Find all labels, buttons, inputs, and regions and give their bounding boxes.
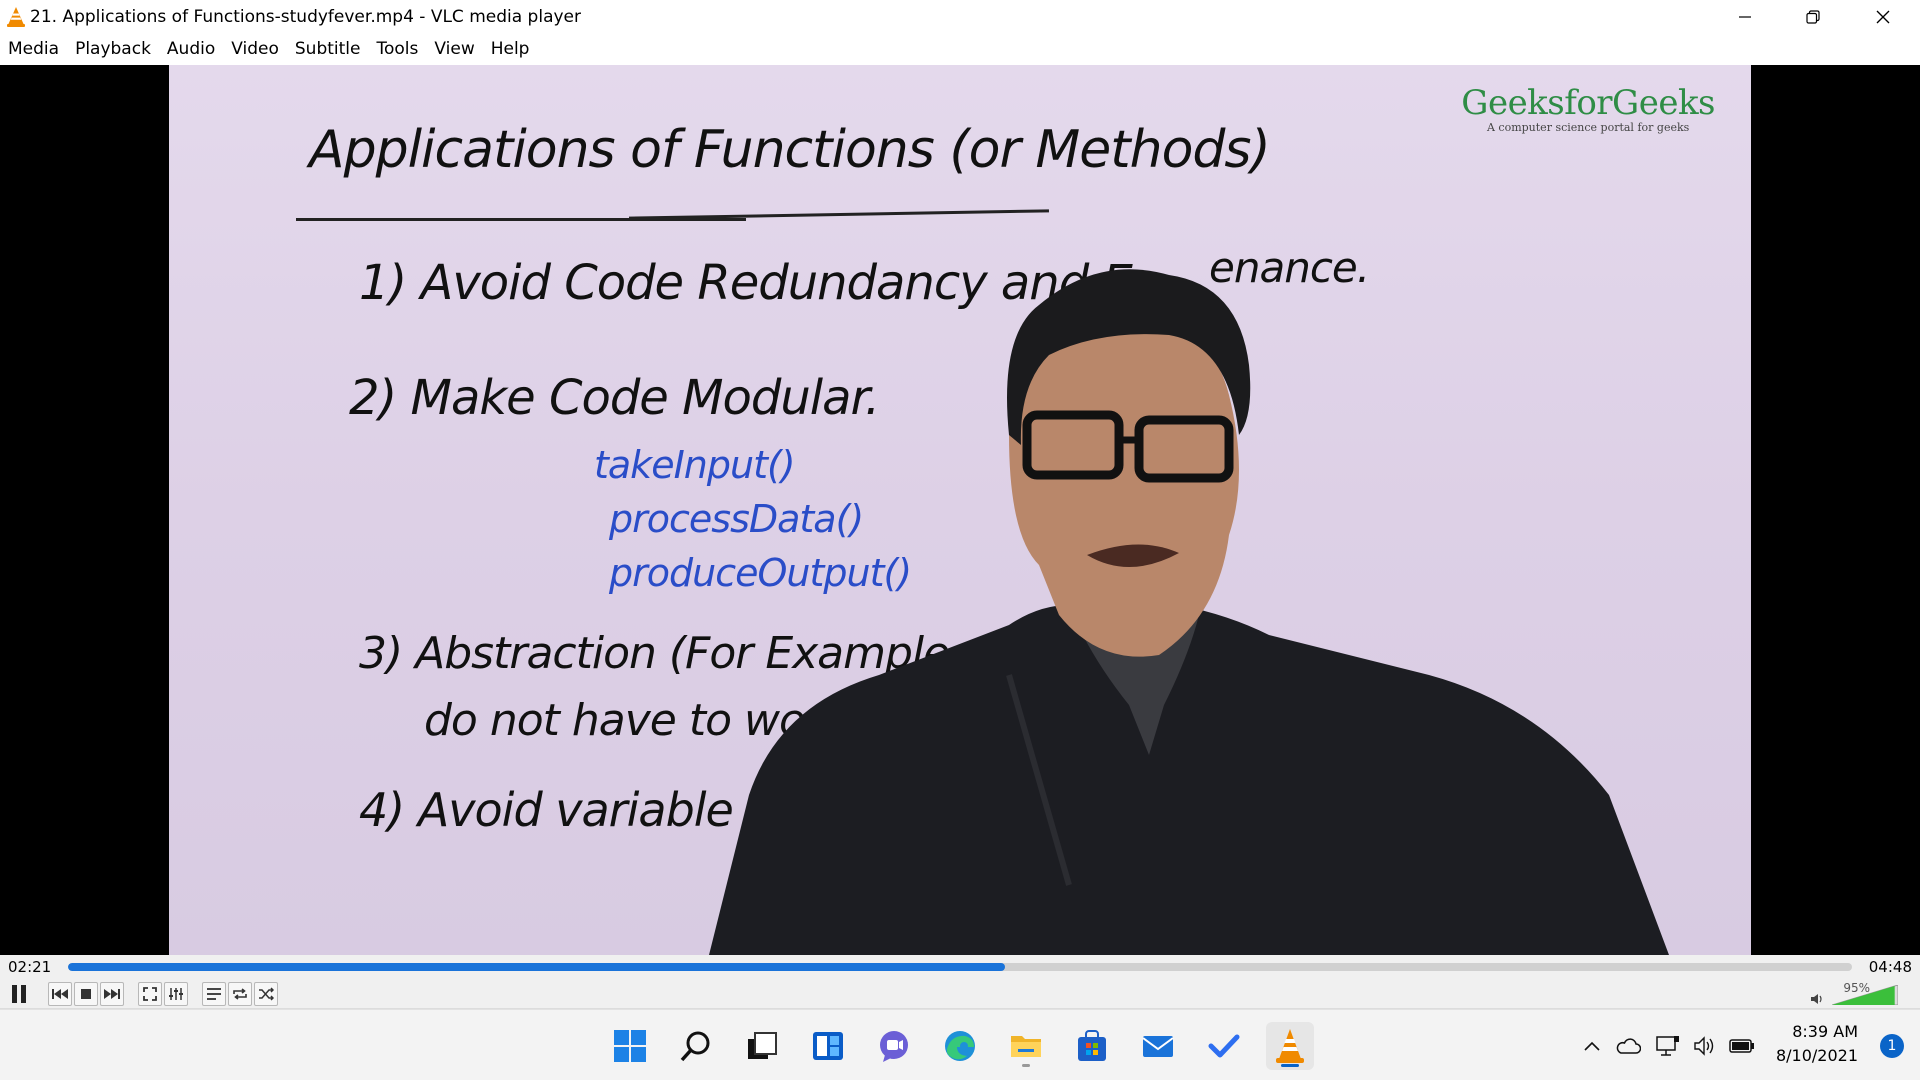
onedrive-cloud-icon[interactable] [1614,1032,1642,1060]
board-heading: Applications of Functions (or Methods) [309,120,1271,180]
seek-row: 02:21 04:48 [0,955,1920,979]
fullscreen-icon [143,987,157,1001]
task-view-glyph-icon [748,1032,777,1059]
close-icon [1876,10,1890,24]
playlist-button[interactable] [202,982,226,1006]
volume-control[interactable]: 95% [1810,981,1910,1007]
seek-progress [68,963,1005,971]
video-frame: GeeksforGeeks A computer science portal … [169,65,1751,955]
volume-slider[interactable] [1832,985,1898,1005]
menu-tools[interactable]: Tools [370,34,424,65]
next-button[interactable] [100,982,124,1006]
notification-badge[interactable]: 1 [1880,1034,1904,1058]
previous-button[interactable] [48,982,72,1006]
menu-audio[interactable]: Audio [161,34,221,65]
vlc-cone-icon [7,7,25,27]
shuffle-button[interactable] [254,982,278,1006]
loop-button[interactable] [228,982,252,1006]
menu-help[interactable]: Help [485,34,536,65]
total-time: 04:48 [1868,958,1912,976]
menu-bar: Media Playback Audio Video Subtitle Tool… [0,34,1920,65]
vlc-icon[interactable] [1266,1022,1314,1070]
pause-icon [12,985,26,1003]
store-bag-icon [1078,1030,1106,1061]
taskbar: 8:39 AM 8/10/2021 1 [0,1009,1920,1080]
envelope-icon [1142,1036,1174,1057]
edge-browser-icon[interactable] [936,1022,984,1070]
skip-next-icon [104,989,120,999]
shuffle-icon [259,987,274,1001]
mail-icon[interactable] [1134,1022,1182,1070]
close-button[interactable] [1848,0,1918,34]
menu-media[interactable]: Media [2,34,65,65]
show-hidden-icons-chevron-icon[interactable] [1578,1032,1606,1060]
playlist-icon [207,988,221,1000]
task-view-icon[interactable] [738,1022,786,1070]
menu-view[interactable]: View [428,34,480,65]
chat-bubble-icon [880,1031,908,1062]
windows-logo-icon [614,1030,646,1062]
todo-icon[interactable] [1200,1022,1248,1070]
logo-name: GeeksforGeeks [1461,83,1715,123]
title-bar[interactable]: 21. Applications of Functions-studyfever… [0,0,1920,34]
folder-icon [1011,1036,1041,1057]
minimize-icon [1739,16,1751,18]
volume-tray-icon[interactable] [1692,1032,1720,1060]
checkmark-icon [1208,1034,1240,1058]
restore-icon [1806,10,1820,24]
store-icon[interactable] [1068,1022,1116,1070]
teams-chat-icon[interactable] [870,1022,918,1070]
search-icon[interactable] [672,1022,720,1070]
open-app-indicator [1022,1064,1030,1067]
seek-bar[interactable] [68,963,1852,971]
vlc-cone-taskbar-icon [1276,1029,1304,1063]
heading-underline-2 [629,209,1049,220]
minimize-button[interactable] [1710,0,1780,34]
windows-start-icon[interactable] [606,1022,654,1070]
clock-time: 8:39 AM [1792,1022,1858,1041]
loop-icon [233,988,247,1000]
fullscreen-button[interactable] [138,982,162,1006]
window-title: 21. Applications of Functions-studyfever… [30,7,581,27]
equalizer-icon [169,988,183,1000]
logo-tagline: A computer science portal for geeks [1486,121,1690,134]
stop-button[interactable] [74,982,98,1006]
menu-playback[interactable]: Playback [69,34,157,65]
speaker-icon[interactable] [1810,993,1824,1005]
video-area[interactable]: GeeksforGeeks A computer science portal … [0,65,1920,955]
restore-button[interactable] [1778,0,1848,34]
active-app-indicator [1281,1064,1299,1067]
system-clock[interactable]: 8:39 AM 8/10/2021 [1776,1020,1858,1068]
edge-logo-icon [945,1031,975,1061]
pause-button[interactable] [6,982,32,1006]
battery-icon[interactable] [1728,1032,1756,1060]
clock-date: 8/10/2021 [1775,1046,1858,1065]
controls-bar: 95% [0,979,1920,1009]
geeksforgeeks-logo: GeeksforGeeks A computer science portal … [1461,83,1715,134]
stop-icon [81,989,91,999]
widgets-glyph-icon [813,1032,843,1060]
file-explorer-icon[interactable] [1002,1022,1050,1070]
extended-settings-button[interactable] [164,982,188,1006]
elapsed-time: 02:21 [8,958,52,976]
presenter-figure [709,269,1669,955]
widgets-icon[interactable] [804,1022,852,1070]
menu-video[interactable]: Video [225,34,285,65]
menu-subtitle[interactable]: Subtitle [289,34,367,65]
skip-previous-icon [52,989,68,999]
magnifier-icon [680,1031,710,1062]
network-icon[interactable] [1654,1032,1682,1060]
